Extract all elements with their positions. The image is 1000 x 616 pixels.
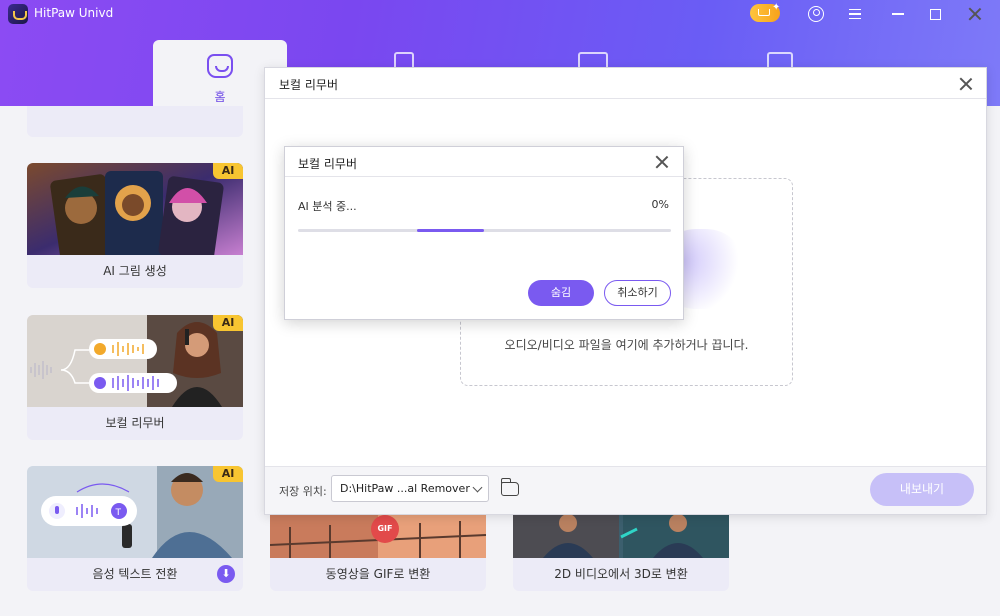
divider	[285, 176, 683, 177]
card-ai-image[interactable]: AI AI 그림 생성	[27, 163, 243, 288]
progress-bar	[298, 229, 671, 232]
card-label: 동영상을 GIF로 변환	[325, 567, 431, 581]
tab-editor-icon[interactable]	[578, 52, 608, 68]
speech-to-text-image: T	[27, 466, 243, 558]
panel-close-icon[interactable]	[959, 77, 973, 91]
account-button[interactable]	[805, 4, 827, 24]
panel-title: 보컬 리무버	[279, 78, 339, 92]
app-title: HitPaw Univd	[34, 6, 114, 20]
user-icon	[808, 6, 824, 22]
app-logo-icon	[8, 4, 28, 24]
analysis-status: AI 분석 중...	[298, 200, 357, 213]
download-icon[interactable]: ⬇	[217, 565, 235, 583]
progress-indicator	[417, 229, 484, 232]
card-label: AI 그림 생성	[103, 264, 167, 278]
progress-dialog: 보컬 리무버 AI 분석 중... 0% 숨김 취소하기	[284, 146, 684, 320]
maximize-icon	[929, 8, 941, 20]
minimize-icon	[892, 13, 904, 15]
2d-to-3d-image	[513, 515, 729, 558]
panel-footer: 저장 위치: D:\HitPaw ...al Remover 내보내기	[265, 466, 986, 514]
export-button[interactable]: 내보내기	[870, 473, 974, 506]
card-stub	[27, 106, 243, 137]
cart-icon[interactable]	[750, 2, 780, 22]
save-location-value: D:\HitPaw ...al Remover	[340, 482, 470, 495]
close-icon	[968, 7, 982, 21]
ai-badge: AI	[213, 163, 243, 179]
card-video-to-gif[interactable]: GIF 동영상을 GIF로 변환	[270, 515, 486, 591]
close-window-button[interactable]	[964, 4, 986, 24]
dialog-close-icon[interactable]	[655, 155, 669, 169]
ai-badge: AI	[213, 315, 243, 331]
card-speech-to-text[interactable]: T AI 음성 텍스트 전환 ⬇	[27, 466, 243, 591]
dialog-title: 보컬 리무버	[298, 157, 358, 171]
card-label: 2D 비디오에서 3D로 변환	[554, 567, 688, 581]
ai-portraits-image	[27, 163, 243, 255]
drop-hint-text: 오디오/비디오 파일을 여기에 추가하거나 끕니다.	[504, 338, 749, 352]
divider	[265, 98, 986, 99]
tab-converter-icon[interactable]	[394, 52, 414, 68]
card-label: 보컬 리무버	[105, 416, 165, 430]
card-vocal-remover[interactable]: AI 보컬 리무버	[27, 315, 243, 440]
gif-badge: GIF	[371, 515, 399, 543]
menu-icon[interactable]	[844, 4, 866, 24]
progress-percent: 0%	[651, 198, 669, 211]
tab-toolbox-icon[interactable]	[767, 52, 793, 68]
folder-icon[interactable]	[501, 478, 519, 496]
home-smile-icon	[207, 54, 233, 78]
save-location-label: 저장 위치:	[279, 485, 327, 498]
chevron-down-icon	[472, 482, 483, 493]
card-label: 음성 텍스트 전환	[92, 567, 178, 581]
cancel-button[interactable]: 취소하기	[604, 280, 671, 306]
svg-text:T: T	[115, 508, 122, 518]
save-location-select[interactable]: D:\HitPaw ...al Remover	[331, 475, 489, 502]
card-2d-to-3d[interactable]: 2D 비디오에서 3D로 변환	[513, 515, 729, 591]
minimize-button[interactable]	[887, 4, 909, 24]
ai-badge: AI	[213, 466, 243, 482]
hide-button[interactable]: 숨김	[528, 280, 594, 306]
vocal-remover-image	[27, 315, 243, 407]
maximize-button[interactable]	[924, 4, 946, 24]
